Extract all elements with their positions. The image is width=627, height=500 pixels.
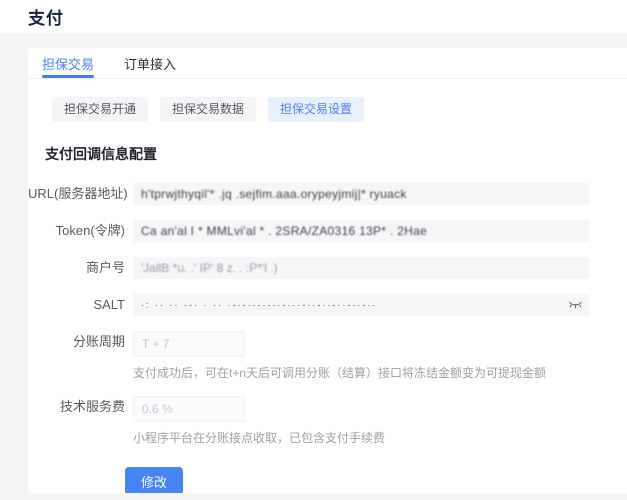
merchant-id-value: 'JallB *u. .' IP' 8 z. . :P*'l .) (141, 261, 278, 275)
page-title: 支付 (28, 9, 64, 28)
guaranteed-trade-settings-button[interactable]: 担保交易设置 (268, 97, 365, 122)
split-cycle-help-text: 支付成功后，可在t+n天后可调用分账（结算）接口将冻结金额变为可提现金额 (133, 366, 547, 380)
split-cycle-row: 分账周期 T + 7 支付成功后，可在t+n天后可调用分账（结算）接口将冻结金额… (28, 331, 627, 381)
callback-config-form: URL(服务器地址) h'tprwjthyqil'* .jq .sejfim.a… (28, 183, 627, 446)
merchant-id-input[interactable]: 'JallB *u. .' IP' 8 z. . :P*'l .) (133, 257, 590, 279)
token-row: Token(令牌) Ca an'al I * MMLvi'al * . 2SRA… (28, 220, 627, 242)
content-card: 担保交易 订单接入 担保交易开通 担保交易数据 担保交易设置 支付回调信息配置 … (28, 48, 627, 493)
guaranteed-trade-data-button[interactable]: 担保交易数据 (160, 97, 257, 122)
token-value: Ca an'al I * MMLvi'al * . 2SRA/ZA0316 13… (141, 224, 428, 238)
modify-button[interactable]: 修改 (125, 467, 183, 493)
url-label: URL(服务器地址) (28, 186, 128, 201)
tab-guaranteed-trade[interactable]: 担保交易 (42, 48, 95, 78)
service-fee-input[interactable]: 0.6 % (133, 396, 245, 422)
service-fee-help-text: 小程序平台在分账接点收取，已包含支付手续费 (133, 431, 386, 445)
salt-row: SALT ·: ·· ·· ·-· · ·· ·-·-··-·-··-···-·… (28, 294, 627, 316)
salt-value: ·: ·· ·· ·-· · ·· ·-·-··-·-··-···-··-··-… (141, 300, 378, 310)
service-fee-row: 技术服务费 0.6 % 小程序平台在分账接点收取，已包含支付手续费 (28, 396, 627, 446)
tab-order-access[interactable]: 订单接入 (124, 48, 176, 78)
split-cycle-input[interactable]: T + 7 (133, 331, 245, 357)
token-input[interactable]: Ca an'al I * MMLvi'al * . 2SRA/ZA0316 13… (133, 220, 590, 242)
page-header: 支付 (0, 0, 627, 33)
token-label: Token(令牌) (55, 223, 125, 238)
url-input[interactable]: h'tprwjthyqil'* .jq .sejfim.aaa.orypeyjm… (133, 183, 590, 205)
merchant-id-label: 商户号 (85, 260, 125, 275)
sub-nav-buttons: 担保交易开通 担保交易数据 担保交易设置 (52, 97, 627, 122)
salt-input[interactable]: ·: ·· ·· ·-· · ·· ·-·-··-·-··-···-··-··-… (133, 294, 590, 316)
split-cycle-value: T + 7 (142, 337, 170, 351)
split-cycle-label: 分账周期 (72, 334, 125, 349)
section-title: 支付回调信息配置 (45, 146, 157, 162)
tab-label: 担保交易 (42, 56, 95, 72)
eye-invisible-icon[interactable] (568, 294, 583, 316)
service-fee-label: 技术服务费 (59, 399, 125, 414)
guaranteed-trade-open-button[interactable]: 担保交易开通 (52, 97, 149, 122)
service-fee-value: 0.6 % (142, 402, 173, 416)
salt-label: SALT (93, 297, 125, 312)
merchant-row: 商户号 'JallB *u. .' IP' 8 z. . :P*'l .) (28, 257, 627, 279)
tab-bar: 担保交易 订单接入 (28, 48, 627, 79)
url-value: h'tprwjthyqil'* .jq .sejfim.aaa.orypeyjm… (141, 187, 407, 201)
url-row: URL(服务器地址) h'tprwjthyqil'* .jq .sejfim.a… (28, 183, 627, 205)
tab-label: 订单接入 (124, 56, 177, 72)
